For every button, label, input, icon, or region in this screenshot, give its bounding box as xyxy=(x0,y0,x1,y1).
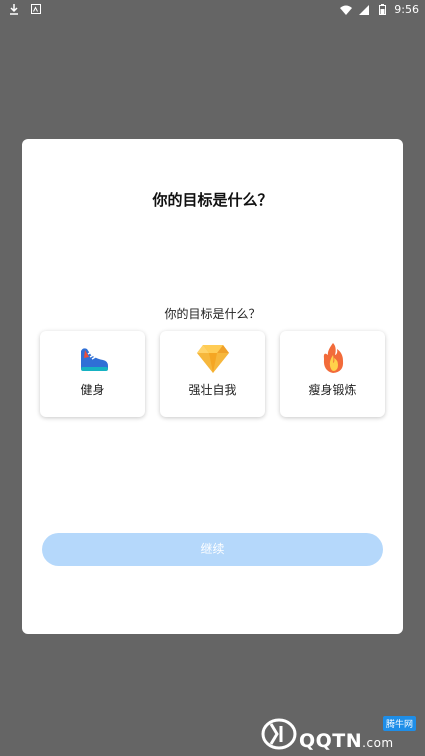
battery-icon xyxy=(376,4,388,16)
option-self-strength[interactable]: 强壮自我 xyxy=(160,331,265,417)
option-slimming[interactable]: 瘦身锻炼 xyxy=(280,331,385,417)
watermark-badge: 腾牛网 xyxy=(382,716,416,731)
status-bar: 9:56 xyxy=(0,0,425,20)
goal-question: 你的目标是什么？ xyxy=(164,307,261,321)
goal-options: 健身 强壮自我 瘦身锻炼 xyxy=(40,331,385,417)
option-label: 强壮自我 xyxy=(188,383,237,397)
dialog-title: 你的目标是什么？ xyxy=(152,191,273,209)
status-time: 9:56 xyxy=(394,3,419,16)
continue-button[interactable]: 继续 xyxy=(42,533,383,566)
flame-icon xyxy=(280,341,385,375)
option-label: 健身 xyxy=(80,383,105,397)
running-shoe-icon xyxy=(40,341,145,375)
download-icon xyxy=(8,3,20,15)
wifi-icon xyxy=(340,4,353,16)
option-fitness[interactable]: 健身 xyxy=(40,331,145,417)
notification-icon xyxy=(30,3,42,15)
signal-icon xyxy=(358,4,370,16)
watermark-text: QQTN.com xyxy=(299,730,394,752)
site-watermark: 腾牛网 QQTN.com xyxy=(255,712,420,752)
goal-dialog: 你的目标是什么？ 你的目标是什么？ 健身 强壮自我 瘦身锻炼 继续 xyxy=(22,139,403,634)
watermark-logo-icon xyxy=(261,718,297,750)
diamond-icon xyxy=(160,341,265,375)
option-label: 瘦身锻炼 xyxy=(308,383,357,397)
